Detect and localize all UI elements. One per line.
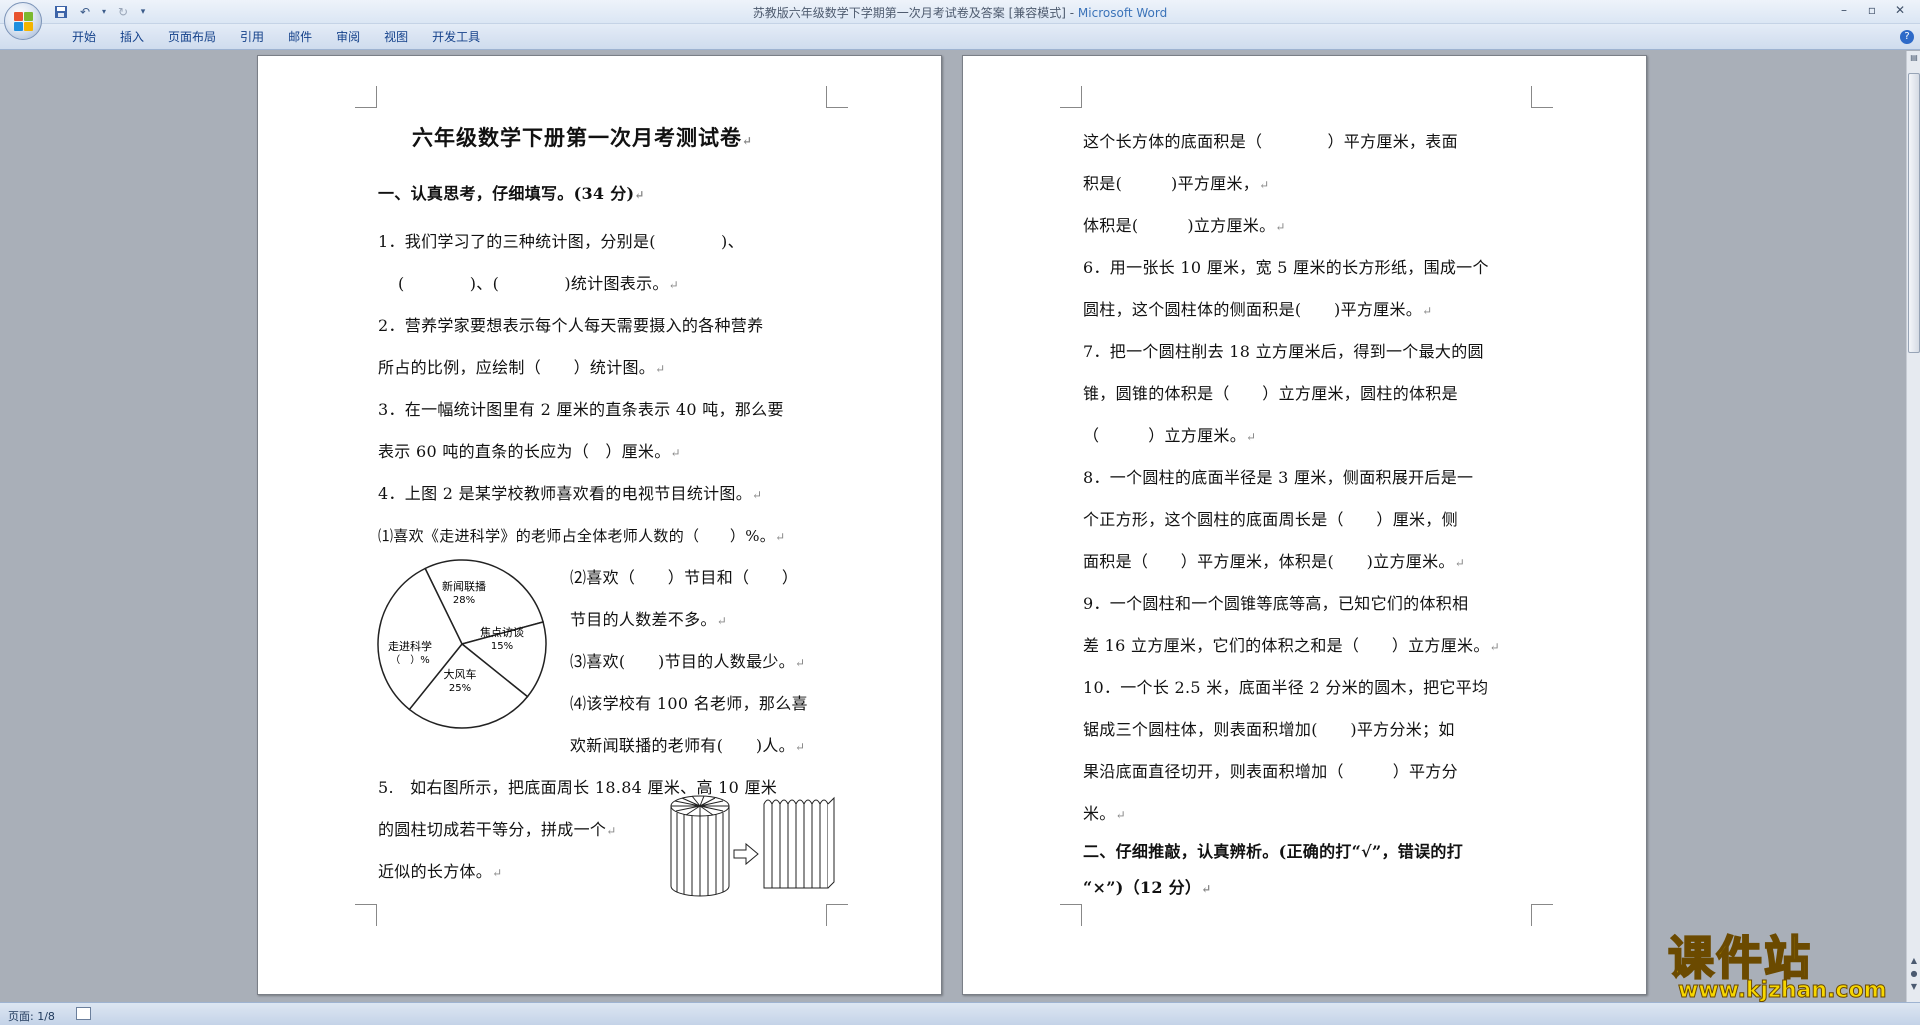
question-text: 的圆柱切成若干等分，拼成一个↵ [378,820,617,839]
question-text: ( )、( )统计图表示。↵ [398,274,680,293]
next-page-icon[interactable]: ▼ [1908,982,1920,994]
question-text: 10．一个长 2.5 米，底面半径 2 分米的圆木，把它平均 [1083,678,1489,697]
app-name: Microsoft Word [1077,6,1168,20]
question-text: 面积是（ ）平方厘米，体积是( )立方厘米。↵ [1083,552,1466,571]
window-controls: – ▫ ✕ [1830,1,1914,19]
question-text: 锯成三个圆柱体，则表面积增加( )平方分米；如 [1083,720,1455,739]
question-text: 7．把一个圆柱削去 18 立方厘米后，得到一个最大的圆 [1083,342,1484,361]
proofing-icon[interactable] [76,1007,91,1020]
cuboid-figure [763,796,835,889]
question-text: 2．营养学家要想表示每个人每天需要摄入的各种营养 [378,316,764,335]
scrollbar-thumb[interactable] [1908,73,1920,353]
section-heading: 二、仔细推敲，认真辨析。(正确的打“√”，错误的打 [1083,842,1463,861]
margin-corner-mark [355,904,377,926]
pie-slice-name: 新闻联播 [442,579,486,593]
question-text: 1．我们学习了的三种统计图，分别是( )、 [378,232,744,251]
pie-slice-label: 25% [449,683,471,694]
question-text: 这个长方体的底面积是（ ）平方厘米，表面 [1083,132,1458,151]
pie-slice-name: 走进科学 [388,639,432,653]
pie-slice-name: 大风车 [444,667,477,681]
office-logo-icon [14,12,33,31]
question-text: ⑷该学校有 100 名老师，那么喜 [570,694,808,713]
ribbon-tab[interactable]: 页面布局 [156,30,228,44]
watermark-url: www.kjzhan.com [1678,978,1888,1004]
maximize-icon[interactable]: ▫ [1858,1,1886,19]
question-text: 圆柱，这个圆柱体的侧面积是( )平方厘米。↵ [1083,300,1433,319]
question-text: 所占的比例，应绘制（ ）统计图。↵ [378,358,666,377]
cylinder-to-cuboid-diagram [670,795,835,897]
question-text: （ ）立方厘米。↵ [1083,426,1257,445]
question-text: ⑶喜欢( )节目的人数最少。↵ [570,652,806,671]
document-name: 苏教版六年级数学下学期第一次月考试卷及答案 [兼容模式] - [752,6,1078,20]
document-title: 六年级数学下册第一次月考测试卷↵ [412,125,754,150]
ribbon-tab[interactable]: 邮件 [276,30,324,44]
question-text: 差 16 立方厘米，它们的体积之和是（ ）立方厘米。↵ [1083,636,1500,655]
question-text: 6．用一张长 10 厘米，宽 5 厘米的长方形纸，围成一个 [1083,258,1489,277]
page-2[interactable]: 这个长方体的底面积是（ ）平方厘米，表面 积是( )平方厘米，↵ 体积是( )立… [962,55,1647,995]
page-count[interactable]: 页面: 1/8 [8,1008,55,1024]
status-bar: 页面: 1/8 [0,1002,1920,1025]
question-text: ⑵喜欢（ ）节目和（ ） [570,568,799,587]
ruler-toggle-icon[interactable]: ▤ [1908,53,1920,65]
vertical-scrollbar[interactable]: ▤ ▲ ● ▼ [1906,51,1920,1002]
question-text: 节目的人数差不多。↵ [570,610,728,629]
ribbon-tab[interactable]: 引用 [228,30,276,44]
pie-slice-label: 15% [491,641,513,652]
question-text: 8．一个圆柱的底面半径是 3 厘米，侧面积展开后是一 [1083,468,1474,487]
ribbon-tab[interactable]: 开发工具 [420,30,492,44]
section-heading: 一、认真思考，仔细填写。(34 分)↵ [378,184,645,203]
pie-chart: 新闻联播 28% 焦点访谈 15% 大风车 25% 走进科学（ ）% [377,559,547,729]
pie-slice-label: 28% [453,595,475,606]
question-text: 体积是( )立方厘米。↵ [1083,216,1286,235]
question-text: 米。↵ [1083,804,1126,823]
select-browse-object-icon[interactable]: ● [1908,969,1920,981]
page-1[interactable]: 六年级数学下册第一次月考测试卷↵ 一、认真思考，仔细填写。(34 分)↵ 1．我… [257,55,942,995]
previous-page-icon[interactable]: ▲ [1908,956,1920,968]
watermark-logo: 课件站 www.kjzhan.com [1667,922,1904,1004]
ribbon: 开始 插入 页面布局 引用 邮件 审阅 视图 开发工具 ? [0,24,1920,50]
arrow-right-icon [733,842,759,866]
pie-slice-label: （ ）% [390,654,430,666]
question-text: 近似的长方体。↵ [378,862,503,881]
margin-corner-mark [1060,904,1082,926]
title-bar: ↶ ▾ ↻ ▾ 苏教版六年级数学下学期第一次月考试卷及答案 [兼容模式] - M… [0,0,1920,24]
ribbon-tabs: 开始 插入 页面布局 引用 邮件 审阅 视图 开发工具 [60,30,492,44]
question-text: 4．上图 2 是某学校教师喜欢看的电视节目统计图。↵ [378,484,763,503]
office-button[interactable] [4,2,42,40]
question-text: 果沿底面直径切开，则表面积增加（ ）平方分 [1083,762,1458,781]
close-icon[interactable]: ✕ [1886,1,1914,19]
pie-slice-name: 焦点访谈 [480,626,524,639]
cylinder-figure [670,795,730,897]
window-title: 苏教版六年级数学下学期第一次月考试卷及答案 [兼容模式] - Microsoft… [0,4,1920,21]
question-text: 3．在一幅统计图里有 2 厘米的直条表示 40 吨，那么要 [378,400,784,419]
minimize-icon[interactable]: – [1830,1,1858,19]
question-text: 9．一个圆柱和一个圆锥等底等高，已知它们的体积相 [1083,594,1469,613]
question-text: 欢新闻联播的老师有( )人。↵ [570,736,806,755]
margin-corner-mark [1060,86,1082,108]
ribbon-tab[interactable]: 插入 [108,30,156,44]
document-workspace: 六年级数学下册第一次月考测试卷↵ 一、认真思考，仔细填写。(34 分)↵ 1．我… [0,51,1906,1002]
question-text: 锥，圆锥的体积是（ ）立方厘米，圆柱的体积是 [1083,384,1458,403]
ribbon-tab[interactable]: 开始 [60,30,108,44]
question-text: ⑴喜欢《走进科学》的老师占全体老师人数的（ ）%。↵ [378,527,786,545]
section-heading: “×”)（12 分）↵ [1083,878,1212,897]
question-text: 表示 60 吨的直条的长应为（ ）厘米。↵ [378,442,681,461]
ribbon-tab[interactable]: 视图 [372,30,420,44]
ribbon-tab[interactable]: 审阅 [324,30,372,44]
question-text: 积是( )平方厘米，↵ [1083,174,1270,193]
question-text: 个正方形，这个圆柱的底面周长是（ ）厘米，侧 [1083,510,1458,529]
margin-corner-mark [355,86,377,108]
help-icon[interactable]: ? [1900,30,1914,44]
